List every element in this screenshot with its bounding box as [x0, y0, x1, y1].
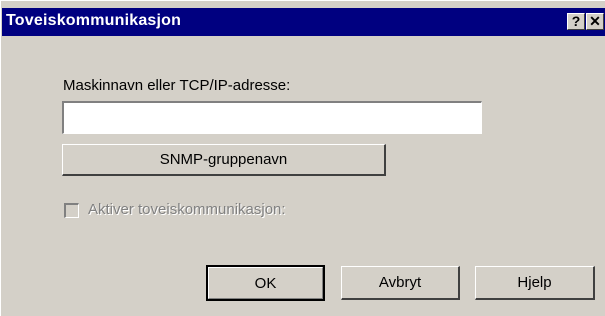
- window-title: Toveiskommunikasjon: [6, 12, 182, 29]
- dialog-window: Toveiskommunikasjon ? ✕ Maskinnavn eller…: [0, 0, 605, 316]
- help-icon[interactable]: ?: [567, 13, 585, 30]
- enable-bidirectional-checkbox[interactable]: [64, 203, 79, 218]
- close-icon[interactable]: ✕: [586, 13, 604, 30]
- help-button[interactable]: Hjelp: [475, 266, 595, 300]
- host-label: Maskinnavn eller TCP/IP-adresse:: [63, 77, 291, 94]
- title-bar[interactable]: Toveiskommunikasjon ? ✕: [2, 8, 605, 36]
- enable-bidirectional-label: Aktiver toveiskommunikasjon:: [88, 201, 286, 218]
- ok-button[interactable]: OK: [206, 265, 325, 301]
- host-input[interactable]: [62, 101, 482, 134]
- ok-button-label: OK: [254, 274, 277, 292]
- snmp-community-button[interactable]: SNMP-gruppenavn: [62, 144, 386, 176]
- cancel-button[interactable]: Avbryt: [341, 266, 460, 300]
